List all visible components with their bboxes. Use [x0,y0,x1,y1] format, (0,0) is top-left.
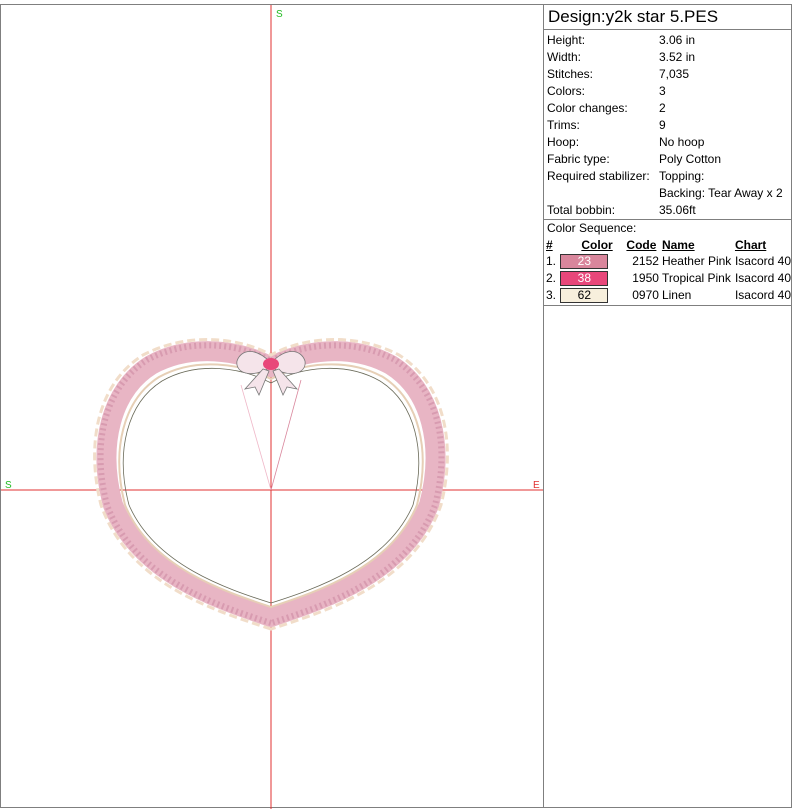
stabilizer-backing: Backing: Tear Away x 2 [659,186,783,200]
color-sequence: Color Sequence: # Color Code Name Chart … [544,220,791,306]
stabilizer-topping: Topping: [659,169,705,183]
property-row: Trims: 9 [544,117,791,134]
design-info-panel: Design:y2k star 5.PES Height: 3.06 in Wi… [543,4,792,808]
property-value: No hoop [659,135,705,149]
row-num: 2. [546,271,557,285]
table-row: 3. 62 0970 Linen Isacord 40 [546,287,791,304]
property-label: Color changes: [547,101,628,115]
design-preview-canvas: S S E [0,4,545,809]
row-num: 3. [546,288,557,302]
thread-name: Linen [661,288,692,302]
property-value: 35.06ft [659,203,696,217]
color-swatch: 23 [560,254,609,269]
thread-name: Heather Pink [661,254,732,268]
thread-chart: Isacord 40 [734,271,791,285]
table-header-row: # Color Code Name Chart [546,237,791,253]
row-num: 1. [546,254,557,268]
property-label: Width: [547,50,582,64]
property-row: Fabric type: Poly Cotton [544,151,791,168]
thread-chart: Isacord 40 [734,254,791,268]
property-label: Colors: [547,84,586,98]
color-swatch: 38 [560,271,609,286]
axis-label-right: E [533,480,540,491]
header-code: Code [626,238,657,252]
property-row: Required stabilizer: Topping: Backing: T… [544,168,791,202]
property-value: Topping: Backing: Tear Away x 2 [659,168,791,202]
thread-code: 2152 [632,254,659,268]
property-label: Height: [547,33,586,47]
thread-code: 0970 [632,288,659,302]
property-label: Stitches: [547,67,594,81]
property-value: 3.06 in [659,33,696,47]
property-row: Height: 3.06 in [544,32,791,49]
color-sequence-table: # Color Code Name Chart 1. 23 2152 Heath… [546,237,791,304]
design-title: Design:y2k star 5.PES [544,5,791,30]
property-value: 7,035 [659,67,690,81]
header-num: # [546,238,553,252]
property-label: Fabric type: [547,152,610,166]
color-swatch: 62 [560,288,609,303]
property-value: 3.52 in [659,50,696,64]
thread-name: Tropical Pink [661,271,731,285]
jump-stitch-line [270,379,302,491]
property-row: Total bobbin: 35.06ft [544,202,791,219]
thread-code: 1950 [632,271,659,285]
property-label: Trims: [547,118,580,132]
property-value: 2 [659,101,666,115]
property-value: 3 [659,84,666,98]
thread-chart: Isacord 40 [734,288,791,302]
property-row: Color changes: 2 [544,100,791,117]
design-properties: Height: 3.06 in Width: 3.52 in Stitches:… [544,30,791,220]
property-value: 9 [659,118,666,132]
property-label: Hoop: [547,135,580,149]
property-value: Poly Cotton [659,152,722,166]
color-sequence-title: Color Sequence: [547,221,637,235]
property-row: Stitches: 7,035 [544,66,791,83]
axis-label-top: S [276,9,283,20]
table-row: 2. 38 1950 Tropical Pink Isacord 40 [546,270,791,287]
property-row: Width: 3.52 in [544,49,791,66]
property-label: Total bobbin: [547,203,616,217]
header-color: Color [581,238,613,252]
header-name: Name [661,238,695,252]
design-preview-svg: S S E [1,5,545,809]
axis-label-left: S [5,480,12,491]
header-chart: Chart [734,238,767,252]
property-label: Required stabilizer: [547,169,650,183]
jump-stitch-line [240,384,272,491]
table-row: 1. 23 2152 Heather Pink Isacord 40 [546,253,791,270]
property-row: Hoop: No hoop [544,134,791,151]
property-row: Colors: 3 [544,83,791,100]
